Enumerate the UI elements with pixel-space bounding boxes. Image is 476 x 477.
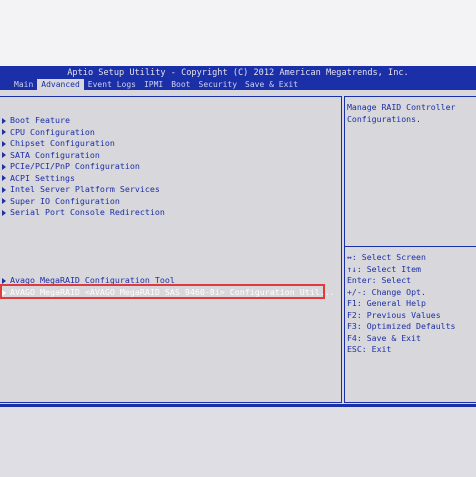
menu-item-label: SATA Configuration — [10, 149, 100, 160]
menu-item-super-io-configuration[interactable]: Super IO Configuration — [2, 196, 120, 207]
tab-boot[interactable]: Boot — [167, 79, 194, 90]
menu-item-label: Intel Server Platform Services — [10, 184, 160, 194]
menu-item-label: Boot Feature — [10, 115, 70, 125]
key-hint: +/-: Change Opt. — [347, 286, 426, 297]
help-divider — [345, 246, 476, 247]
menu-item-label: CPU Configuration — [10, 126, 95, 137]
top-margin — [0, 0, 476, 66]
tab-security[interactable]: Security — [195, 79, 242, 90]
submenu-arrow-icon — [2, 117, 6, 124]
menu-item-pcie-pci-pnp-configuration[interactable]: PCIe/PCI/PnP Configuration — [2, 161, 140, 172]
selection-highlight-box — [0, 284, 325, 299]
tab-main[interactable]: Main — [10, 79, 37, 90]
submenu-arrow-icon — [2, 209, 6, 216]
tab-ipmi[interactable]: IPMI — [140, 79, 167, 90]
menu-pane: Boot Feature CPU Configuration Chipset C… — [0, 96, 342, 403]
submenu-arrow-icon — [2, 186, 6, 193]
tab-bar: Main Advanced Event Logs IPMI Boot Secur… — [10, 79, 302, 90]
key-hint: ESC: Exit — [347, 344, 392, 354]
tab-advanced[interactable]: Advanced — [37, 79, 84, 90]
menu-item-label: Super IO Configuration — [10, 195, 120, 206]
key-hint: ↑↓: Select Item — [347, 263, 421, 274]
submenu-arrow-icon — [2, 277, 6, 284]
header-bar: Aptio Setup Utility - Copyright (C) 2012… — [0, 66, 476, 90]
key-hint: ↔: Select Screen — [347, 252, 426, 262]
tab-event-logs[interactable]: Event Logs — [84, 79, 140, 90]
menu-item-chipset-configuration[interactable]: Chipset Configuration — [2, 138, 115, 149]
menu-item-label: Chipset Configuration — [10, 138, 115, 148]
utility-title: Aptio Setup Utility - Copyright (C) 2012… — [67, 68, 409, 78]
submenu-arrow-icon — [2, 129, 6, 135]
menu-item-label: Serial Port Console Redirection — [10, 207, 165, 217]
menu-item-label: PCIe/PCI/PnP Configuration — [10, 161, 140, 171]
key-legend: ↔: Select Screen ↑↓: Select Item Enter: … — [347, 252, 473, 356]
menu-item-acpi-settings[interactable]: ACPI Settings — [2, 173, 75, 184]
key-hint: F3: Optimized Defaults — [347, 321, 456, 331]
help-text: Manage RAID Controller Configurations. — [347, 102, 456, 124]
menu-item-cpu-configuration[interactable]: CPU Configuration — [2, 127, 95, 138]
tab-save-exit[interactable]: Save & Exit — [241, 79, 302, 90]
menu-item-intel-server-platform-services[interactable]: Intel Server Platform Services — [2, 184, 160, 195]
menu-item-label: ACPI Settings — [10, 172, 75, 183]
bottom-margin — [0, 407, 476, 477]
menu-item-boot-feature[interactable]: Boot Feature — [2, 115, 70, 126]
submenu-arrow-icon — [2, 163, 6, 170]
submenu-arrow-icon — [2, 152, 6, 158]
key-hint: F2: Previous Values — [347, 309, 441, 320]
menu-item-serial-port-console-redirection[interactable]: Serial Port Console Redirection — [2, 207, 165, 218]
key-hint: F1: General Help — [347, 298, 426, 308]
submenu-arrow-icon — [2, 198, 6, 204]
menu-item-sata-configuration[interactable]: SATA Configuration — [2, 150, 100, 161]
submenu-arrow-icon — [2, 175, 6, 181]
key-hint: Enter: Select — [347, 275, 412, 285]
help-pane: Manage RAID Controller Configurations. ↔… — [344, 96, 476, 403]
key-hint: F4: Save & Exit — [347, 332, 421, 343]
submenu-arrow-icon — [2, 140, 6, 147]
bios-screen: Aptio Setup Utility - Copyright (C) 2012… — [0, 66, 476, 407]
